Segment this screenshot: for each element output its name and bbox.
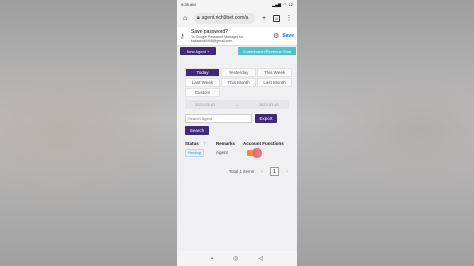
battery-level: 12: [288, 2, 293, 7]
header-status-label: Status: [185, 141, 199, 146]
back-icon[interactable]: ◁: [258, 255, 263, 262]
commission-button[interactable]: Commission/Revenue Shar: [238, 47, 296, 55]
save-password-popup: ⚷ Save password? To Google Password Mana…: [177, 27, 297, 46]
page-content: New Agent + Commission/Revenue Shar Toda…: [177, 46, 297, 251]
date-range-picker[interactable]: 2023-03-01 → 2023-03-01: [185, 100, 289, 109]
key-icon: ⚷: [180, 33, 185, 40]
status-icons: ▂▄▆ ◠ 12: [272, 2, 293, 7]
search-agent-input[interactable]: [185, 114, 252, 123]
top-actions: New Agent + Commission/Revenue Shar: [180, 47, 296, 55]
popup-subtitle: To Google Password Manager for kabacina0…: [191, 35, 244, 43]
status-time: 9:28 AM: [181, 2, 196, 7]
filter-custom[interactable]: Custom: [185, 88, 220, 97]
url-text: agent.rich9bet.com/a: [201, 15, 249, 21]
home-icon[interactable]: ⌂: [180, 13, 190, 23]
date-filter-grid: Today Yesterday This Week Last Week This…: [185, 68, 292, 97]
filter-last-week[interactable]: Last Week: [185, 78, 220, 87]
table-row: Pending Agent: [185, 147, 291, 158]
signal-icon: ▂▄▆: [272, 2, 282, 7]
lock-icon: 🔒︎: [197, 15, 200, 21]
functions-cell: [243, 147, 291, 158]
save-password-button[interactable]: Save: [282, 33, 294, 39]
filter-this-month[interactable]: This Month: [221, 78, 256, 87]
status-cell: Pending: [185, 148, 216, 157]
filter-this-week[interactable]: This Week: [257, 68, 292, 77]
popup-text: Save password? To Google Password Manage…: [191, 29, 270, 43]
table-header: Status ? Remarks Account Functions: [185, 140, 291, 147]
search-row: Export: [185, 114, 277, 123]
pagination: Total 1 items ‹ 1 ›: [183, 167, 291, 176]
start-date: 2023-03-01: [194, 102, 216, 107]
touch-indicator: [252, 147, 262, 158]
status-badge: Pending: [185, 148, 204, 157]
new-agent-button[interactable]: New Agent +: [180, 47, 216, 55]
prev-page-icon[interactable]: ‹: [258, 168, 266, 176]
page-number[interactable]: 1: [270, 167, 279, 176]
home-button-icon[interactable]: ◎: [233, 255, 238, 262]
header-functions: Account Functions: [243, 141, 284, 146]
wifi-icon: ◠: [283, 2, 287, 7]
more-menu-icon[interactable]: ⋮: [284, 13, 294, 23]
filter-today[interactable]: Today: [185, 68, 220, 77]
remarks-cell: Agent: [216, 150, 228, 155]
search-button[interactable]: Search: [185, 126, 209, 135]
recents-icon[interactable]: ▪: [211, 256, 213, 262]
status-bar: 9:28 AM ▂▄▆ ◠ 12: [177, 0, 297, 9]
range-separator: →: [235, 102, 239, 107]
browser-toolbar: ⌂ 🔒︎ agent.rich9bet.com/a + 5 ⋮: [177, 9, 297, 27]
phone-screen: 9:28 AM ▂▄▆ ◠ 12 ⌂ 🔒︎ agent.rich9bet.com…: [177, 0, 297, 266]
gear-icon[interactable]: ⚙: [273, 32, 279, 40]
export-button[interactable]: Export: [255, 114, 277, 123]
android-nav-bar: ▪ ◎ ◁: [177, 251, 297, 266]
filter-card: Today Yesterday This Week Last Week This…: [183, 62, 293, 182]
new-tab-icon[interactable]: +: [259, 13, 269, 23]
next-page-icon[interactable]: ›: [283, 168, 291, 176]
filter-last-month[interactable]: Last Month: [257, 78, 292, 87]
agents-table: Status ? Remarks Account Functions Pendi…: [185, 140, 291, 158]
tab-count-button[interactable]: 5: [273, 14, 280, 22]
address-bar[interactable]: 🔒︎ agent.rich9bet.com/a: [194, 12, 255, 24]
end-date: 2023-03-01: [258, 102, 280, 107]
total-items: Total 1 items: [228, 169, 254, 174]
header-status: Status ?: [185, 141, 216, 146]
filter-yesterday[interactable]: Yesterday: [221, 68, 256, 77]
header-remarks: Remarks: [216, 141, 236, 146]
sort-icon[interactable]: ?: [203, 141, 206, 146]
